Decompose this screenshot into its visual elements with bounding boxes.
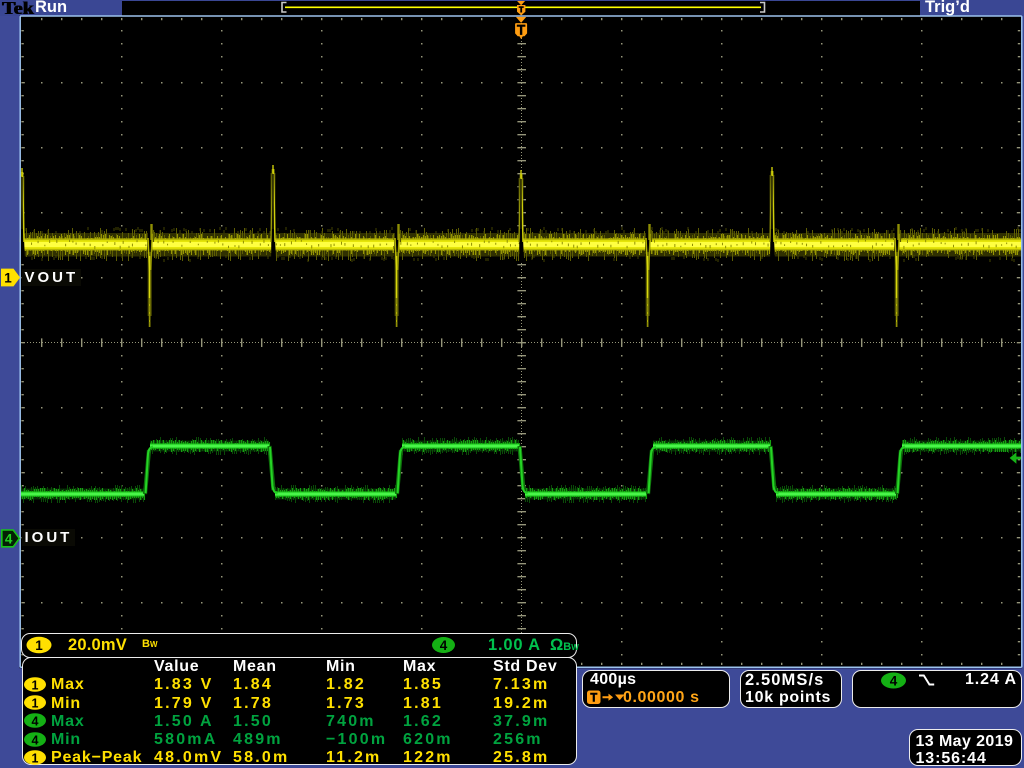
svg-text:4: 4 xyxy=(890,673,898,688)
svg-text:1: 1 xyxy=(4,271,12,286)
svg-text:1: 1 xyxy=(32,751,39,765)
svg-text:4: 4 xyxy=(5,532,13,547)
svg-text:4: 4 xyxy=(32,715,39,729)
svg-text:4: 4 xyxy=(32,733,39,747)
svg-text:1: 1 xyxy=(32,678,39,692)
svg-text:1: 1 xyxy=(32,696,39,710)
